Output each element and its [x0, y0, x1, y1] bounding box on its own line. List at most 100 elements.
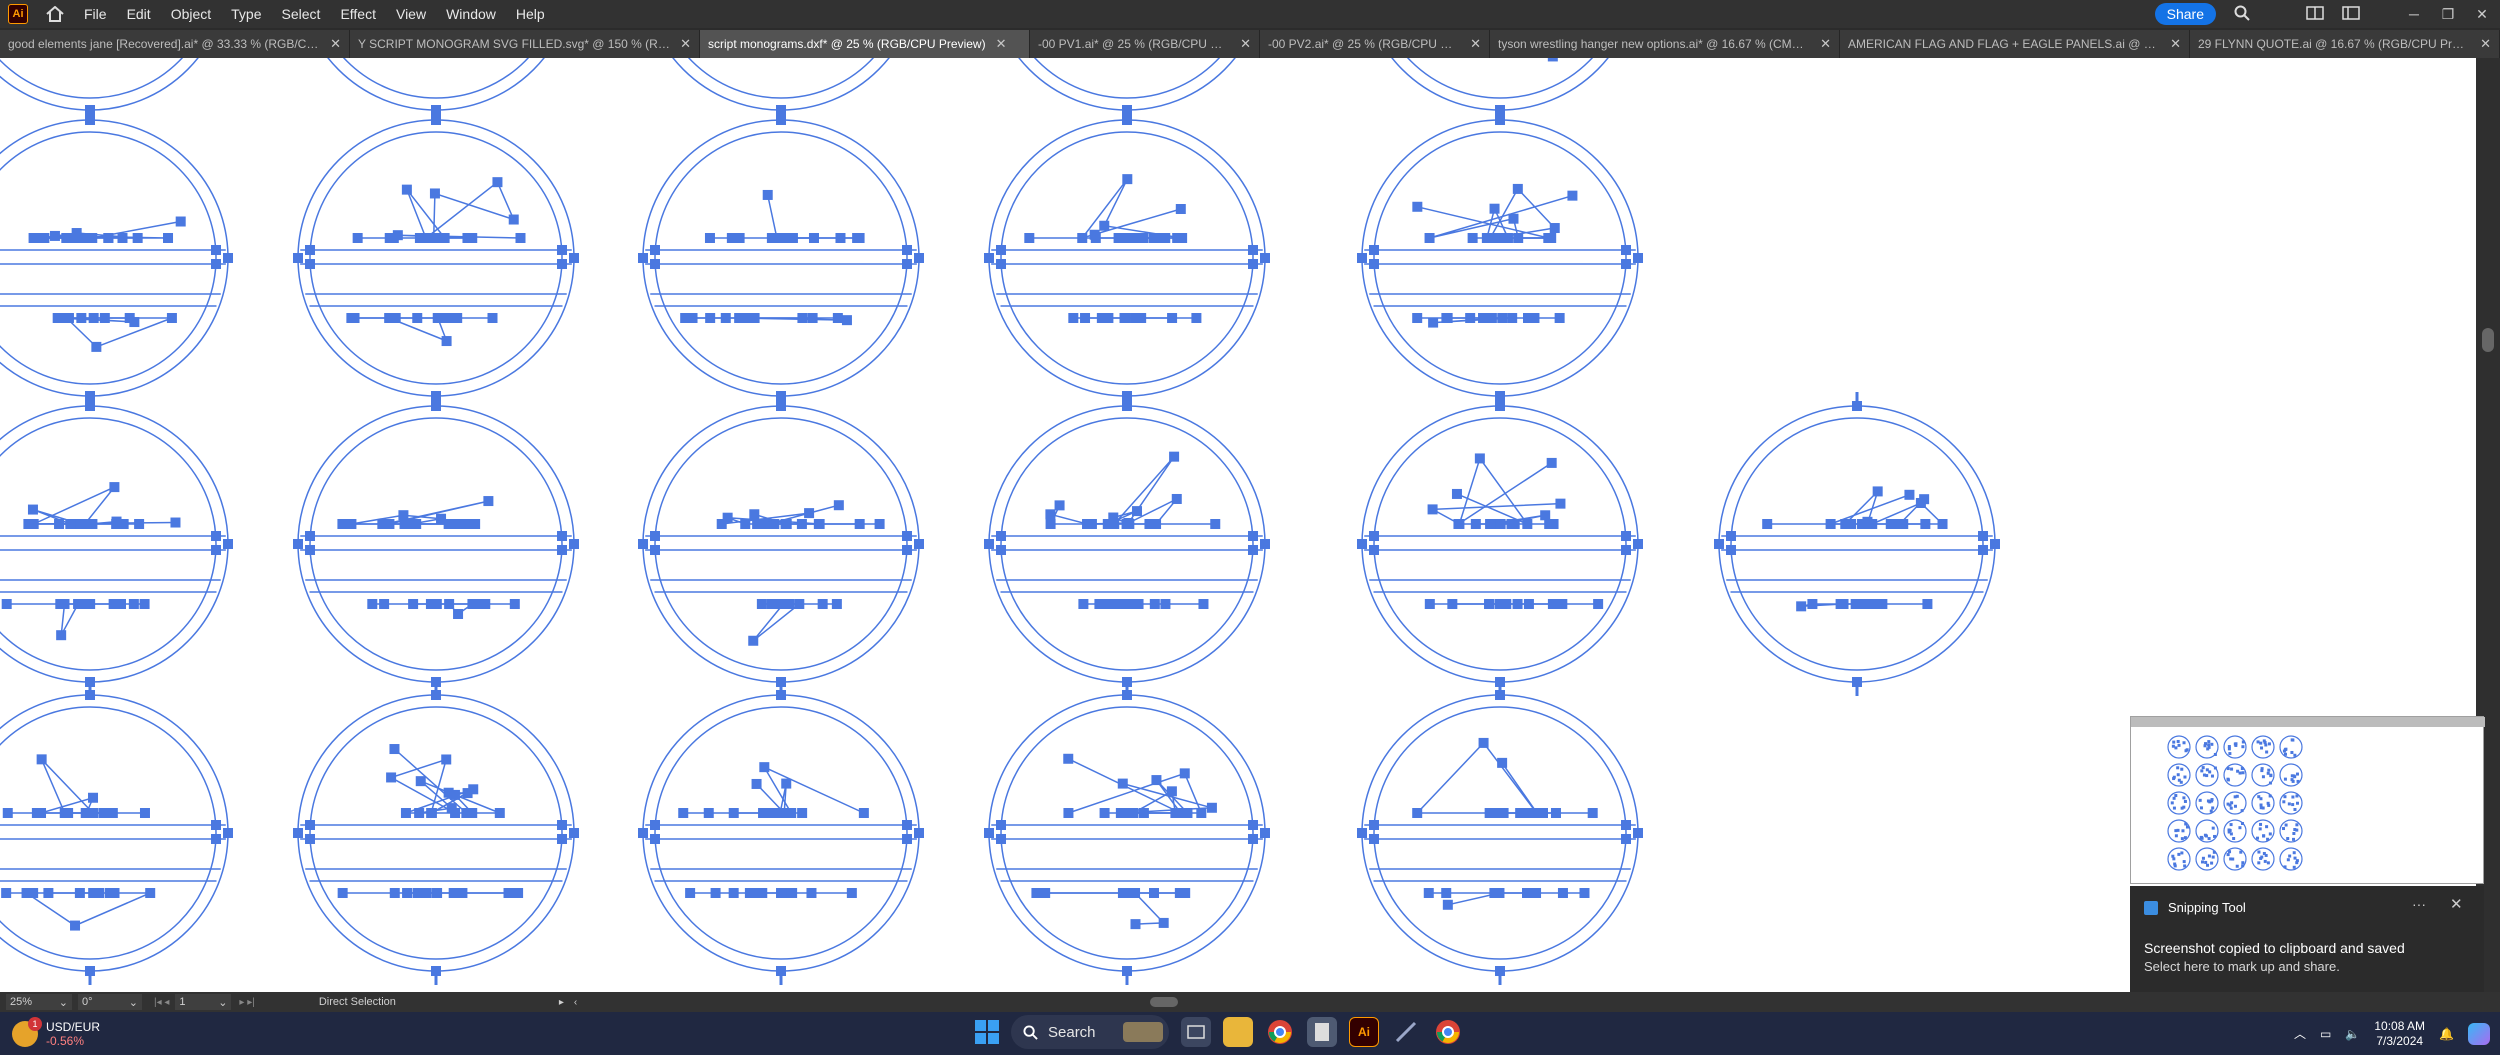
document-tab[interactable]: -00 PV1.ai* @ 25 % (RGB/CPU Previe... ✕: [1030, 30, 1260, 58]
menu-file[interactable]: File: [84, 6, 107, 22]
task-view-icon[interactable]: [1181, 1017, 1211, 1047]
search-icon[interactable]: [2234, 5, 2250, 24]
monogram-circle[interactable]: [1357, 392, 1643, 696]
windows-start-icon[interactable]: [975, 1020, 999, 1044]
currency-change: -0.56%: [46, 1033, 85, 1048]
document-tab[interactable]: good elements jane [Recovered].ai* @ 33.…: [0, 30, 350, 58]
monogram-circle[interactable]: [984, 58, 1270, 124]
status-menu-icon[interactable]: ▸: [559, 997, 564, 1008]
horizontal-scroll-thumb[interactable]: [1150, 997, 1178, 1007]
menu-window[interactable]: Window: [446, 6, 496, 22]
document-tab[interactable]: Y SCRIPT MONOGRAM SVG FILLED.svg* @ 150 …: [350, 30, 700, 58]
workspace-switcher-icon[interactable]: [2342, 5, 2360, 23]
tab-label: -00 PV1.ai* @ 25 % (RGB/CPU Previe...: [1038, 37, 1230, 51]
menu-view[interactable]: View: [396, 6, 426, 22]
menu-edit[interactable]: Edit: [127, 6, 151, 22]
monogram-circle[interactable]: [638, 392, 924, 696]
monogram-circle[interactable]: [0, 106, 233, 410]
monogram-circle[interactable]: [1714, 392, 2000, 696]
monogram-circle[interactable]: [293, 58, 579, 124]
arrange-documents-icon[interactable]: [2306, 5, 2324, 23]
document-tab[interactable]: AMERICAN FLAG AND FLAG + EAGLE PANELS.ai…: [1840, 30, 2190, 58]
snip-thumbnail[interactable]: [2130, 716, 2485, 884]
network-icon[interactable]: ▭: [2320, 1027, 2331, 1041]
monogram-circle[interactable]: [293, 392, 579, 696]
menu-select[interactable]: Select: [282, 6, 321, 22]
close-tab-icon[interactable]: ✕: [680, 36, 691, 52]
monogram-circle[interactable]: [0, 392, 233, 696]
tab-label: AMERICAN FLAG AND FLAG + EAGLE PANELS.ai…: [1848, 37, 2160, 51]
artboard-number-field[interactable]: 1 ⌄: [175, 994, 232, 1010]
menu-effect[interactable]: Effect: [340, 6, 376, 22]
clock-time: 10:08 AM: [2374, 1018, 2426, 1033]
calculator-icon[interactable]: [1307, 1017, 1337, 1047]
system-clock[interactable]: 10:08 AM 7/3/2024: [2374, 1019, 2425, 1049]
monogram-circle[interactable]: [638, 681, 924, 985]
thumbnail-header-strip: [2131, 717, 2485, 727]
close-tab-icon[interactable]: ✕: [996, 36, 1007, 52]
monogram-circle[interactable]: [638, 106, 924, 410]
document-tab[interactable]: tyson wrestling hanger new options.ai* @…: [1490, 30, 1840, 58]
close-tab-icon[interactable]: ✕: [2170, 36, 2181, 52]
close-tab-icon[interactable]: ✕: [1470, 36, 1481, 52]
home-icon[interactable]: [44, 3, 66, 25]
artboard-next-icons[interactable]: ▸ ▸|: [239, 997, 254, 1008]
chrome-profile-icon[interactable]: [1433, 1017, 1463, 1047]
monogram-circle[interactable]: [1357, 106, 1643, 410]
document-tab-bar: good elements jane [Recovered].ai* @ 33.…: [0, 28, 2500, 58]
snipping-tool-icon: [2144, 900, 2158, 915]
tab-label: good elements jane [Recovered].ai* @ 33.…: [8, 37, 321, 51]
share-button[interactable]: Share: [2154, 3, 2216, 25]
illustrator-taskbar-icon[interactable]: Ai: [1349, 1017, 1379, 1047]
monogram-circle[interactable]: [638, 58, 924, 124]
monogram-circle[interactable]: [984, 106, 1270, 410]
more-options-icon[interactable]: ···: [2412, 896, 2426, 912]
document-tab[interactable]: -00 PV2.ai* @ 25 % (RGB/CPU Previe... ✕: [1260, 30, 1490, 58]
close-tab-icon[interactable]: ✕: [1240, 36, 1251, 52]
close-window-icon[interactable]: ✕: [2474, 6, 2490, 23]
search-highlight-icon: [1123, 1022, 1163, 1042]
pen-tool-app-icon[interactable]: [1391, 1017, 1421, 1047]
monogram-circle[interactable]: [984, 681, 1270, 985]
document-tab[interactable]: 29 FLYNN QUOTE.ai @ 16.67 % (RGB/CPU Pre…: [2190, 30, 2500, 58]
monogram-circle[interactable]: [984, 392, 1270, 696]
close-tab-icon[interactable]: ✕: [1820, 36, 1831, 52]
menu-type[interactable]: Type: [231, 6, 261, 22]
close-notification-icon[interactable]: ✕: [2450, 895, 2463, 913]
scroll-thumb[interactable]: [2482, 328, 2494, 352]
tab-label: -00 PV2.ai* @ 25 % (RGB/CPU Previe...: [1268, 37, 1460, 51]
volume-icon[interactable]: 🔈: [2345, 1027, 2360, 1041]
notification-subtitle: Select here to mark up and share.: [2144, 959, 2340, 974]
monogram-circle[interactable]: [293, 681, 579, 985]
currency-widget[interactable]: 1 USD/EUR -0.56%: [12, 1016, 100, 1048]
copilot-icon[interactable]: [2468, 1022, 2490, 1045]
chevron-up-icon[interactable]: ︿: [2294, 1025, 2306, 1042]
chrome-icon[interactable]: [1265, 1017, 1295, 1047]
document-tab[interactable]: script monograms.dxf* @ 25 % (RGB/CPU Pr…: [700, 30, 1030, 58]
monogram-artwork[interactable]: [0, 58, 2476, 992]
close-tab-icon[interactable]: ✕: [330, 36, 341, 52]
monogram-circle[interactable]: [1357, 58, 1643, 124]
restore-icon[interactable]: ❐: [2440, 6, 2456, 23]
rotation-field[interactable]: 0° ⌄: [78, 994, 142, 1010]
artboard-canvas[interactable]: [0, 58, 2476, 992]
notification-bell-icon[interactable]: 🔔: [2439, 1027, 2454, 1041]
file-explorer-icon[interactable]: [1223, 1017, 1253, 1047]
monogram-circle[interactable]: [293, 106, 579, 410]
menu-bar: Ai File Edit Object Type Select Effect View Win…: [0, 0, 2500, 28]
minimize-icon[interactable]: ─: [2406, 6, 2422, 22]
monogram-circle[interactable]: [1357, 681, 1643, 985]
menu-help[interactable]: Help: [516, 6, 545, 22]
monogram-circle[interactable]: [0, 58, 233, 124]
snipping-tool-notification[interactable]: Snipping Tool ··· ✕ Screenshot copied to…: [2130, 886, 2484, 992]
scroll-left-icon[interactable]: ‹: [574, 997, 577, 1008]
menu-object[interactable]: Object: [171, 6, 211, 22]
close-tab-icon[interactable]: ✕: [2480, 36, 2491, 52]
zoom-field[interactable]: 25% ⌄: [6, 994, 72, 1010]
artboard-prev-icons[interactable]: |◂ ◂: [154, 997, 169, 1008]
clock-date: 7/3/2024: [2376, 1033, 2424, 1048]
tab-label: Y SCRIPT MONOGRAM SVG FILLED.svg* @ 150 …: [358, 37, 670, 51]
monogram-circle[interactable]: [0, 681, 233, 985]
rotation-value: 0°: [82, 996, 93, 1008]
taskbar-search[interactable]: Search: [1011, 1015, 1169, 1049]
